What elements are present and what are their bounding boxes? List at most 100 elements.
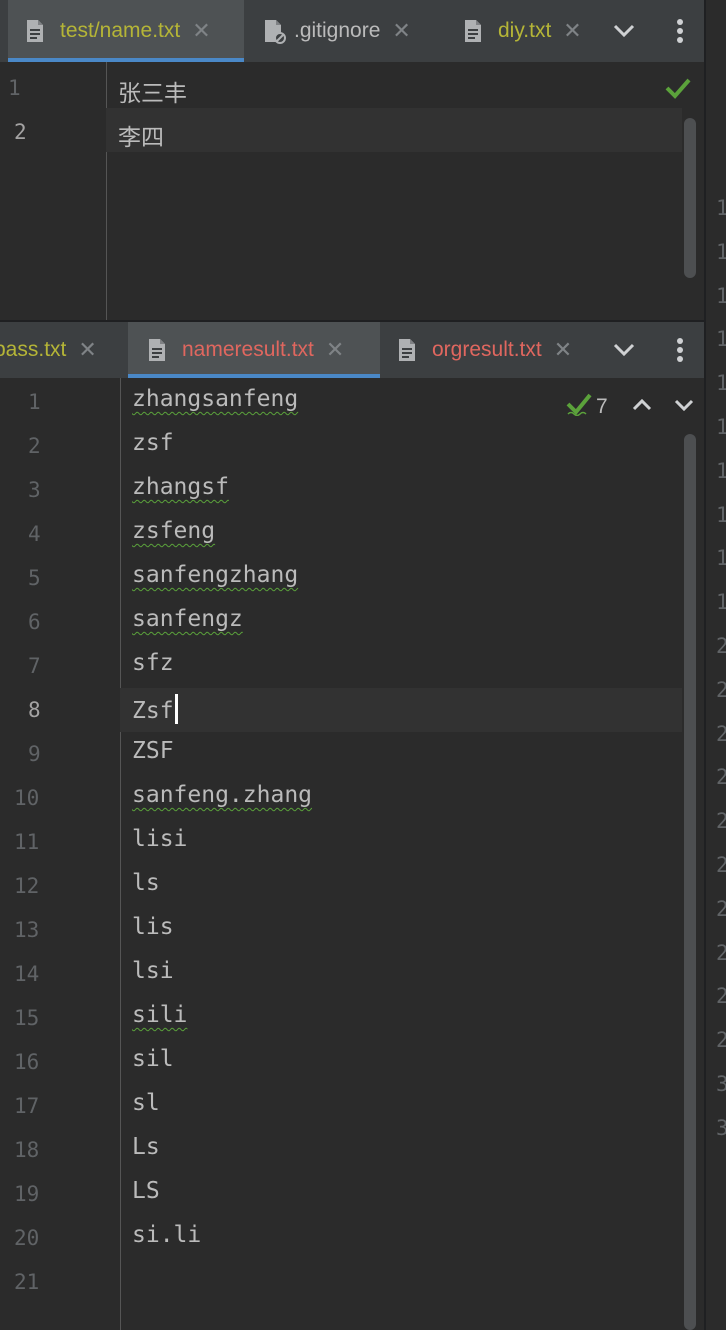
vertical-scrollbar[interactable] xyxy=(684,118,696,278)
text-file-icon xyxy=(398,338,416,362)
code-line[interactable]: sil xyxy=(132,1046,174,1072)
code-line[interactable]: LS xyxy=(132,1178,160,1204)
top-editor-pane: test/name.txt ✕ .gitignore ✕ diy.txt ✕ 1… xyxy=(0,0,704,322)
adjacent-line-number: 2 xyxy=(716,634,726,658)
line-number: 20 xyxy=(14,1226,40,1250)
adjacent-line-number: 3 xyxy=(716,1115,726,1140)
tab-label: .gitignore xyxy=(294,19,381,42)
line-number: 11 xyxy=(14,830,40,854)
tab-label: pass.txt xyxy=(0,338,67,361)
top-tab-bar: test/name.txt ✕ .gitignore ✕ diy.txt ✕ xyxy=(0,0,704,62)
more-options-icon[interactable] xyxy=(660,322,700,378)
line-number: 14 xyxy=(14,962,40,986)
code-line[interactable]: ZSF xyxy=(132,738,174,764)
close-icon[interactable]: ✕ xyxy=(563,18,581,44)
text-file-icon xyxy=(464,19,482,43)
tab-test-name-txt[interactable]: test/name.txt ✕ xyxy=(8,0,244,62)
chevron-down-icon[interactable] xyxy=(604,0,644,62)
code-text: sanfeng.zhang xyxy=(132,782,313,808)
more-options-icon[interactable] xyxy=(660,0,700,62)
code-line[interactable]: lsi xyxy=(132,958,174,984)
line-number: 3 xyxy=(28,478,41,502)
bottom-tab-bar: pass.txt ✕ nameresult.txt ✕ orgresult.tx… xyxy=(0,322,704,378)
code-text: lsi xyxy=(132,958,174,984)
code-text: Zsf xyxy=(132,698,174,724)
close-icon[interactable]: ✕ xyxy=(554,337,572,363)
code-text: sili xyxy=(132,1002,188,1028)
checkmark-icon xyxy=(566,392,592,421)
tab-pass-txt[interactable]: pass.txt ✕ xyxy=(0,322,128,378)
code-line[interactable]: si.li xyxy=(132,1222,201,1248)
line-number: 9 xyxy=(28,742,41,766)
line-number: 12 xyxy=(14,874,40,898)
adjacent-line-number: 2 xyxy=(716,896,726,921)
adjacent-line-number: 3 xyxy=(716,1072,726,1096)
close-icon[interactable]: ✕ xyxy=(192,18,210,44)
adjacent-line-number: 1 xyxy=(716,502,726,527)
line-number: 2 xyxy=(14,120,27,144)
code-line[interactable]: sfz xyxy=(132,650,174,676)
code-line[interactable]: lis xyxy=(132,914,174,940)
code-line[interactable]: zhangsf xyxy=(132,474,229,500)
code-line[interactable]: sanfeng.zhang xyxy=(132,782,312,808)
adjacent-line-number: 2 xyxy=(716,984,726,1009)
line-number: 4 xyxy=(28,522,41,546)
code-line[interactable]: zsfeng xyxy=(132,518,215,544)
code-line[interactable]: lisi xyxy=(132,826,187,852)
line-number: 19 xyxy=(14,1182,40,1206)
line-number: 15 xyxy=(14,1006,40,1030)
code-line[interactable]: sl xyxy=(132,1090,160,1116)
adjacent-line-number: 1 xyxy=(716,371,726,396)
code-text: zhangsf xyxy=(132,474,229,500)
gutter-separator xyxy=(120,378,121,1330)
code-text: lis xyxy=(132,914,174,940)
code-line[interactable]: sili xyxy=(132,1002,187,1028)
chevron-down-icon[interactable] xyxy=(674,398,694,416)
code-text: sfz xyxy=(132,650,174,676)
tab-orgresult-txt[interactable]: orgresult.txt ✕ xyxy=(380,322,606,378)
line-number: 1 xyxy=(8,76,21,100)
vertical-scrollbar[interactable] xyxy=(684,434,696,1330)
close-icon[interactable]: ✕ xyxy=(392,18,410,44)
adjacent-line-number: 2 xyxy=(716,853,726,877)
code-line[interactable]: sanfengz xyxy=(132,606,243,632)
line-number: 1 xyxy=(28,390,41,414)
current-line-highlight xyxy=(106,108,682,152)
code-line[interactable]: ls xyxy=(132,870,160,896)
adjacent-line-number: 2 xyxy=(716,1028,726,1053)
code-line[interactable]: 张三丰 xyxy=(118,74,187,108)
code-text: sil xyxy=(132,1046,174,1072)
adjacent-line-number: 1 xyxy=(716,283,726,308)
code-line[interactable]: Ls xyxy=(132,1134,160,1160)
line-number: 5 xyxy=(28,566,41,590)
code-line[interactable]: sanfengzhang xyxy=(132,562,298,588)
code-line[interactable]: zhangsanfeng xyxy=(132,386,298,412)
code-line[interactable]: 李四 xyxy=(118,118,164,152)
adjacent-line-number: 2 xyxy=(716,765,726,790)
code-line[interactable]: zsf xyxy=(132,430,174,456)
code-line[interactable]: Zsf xyxy=(132,694,178,724)
chevron-up-icon[interactable] xyxy=(632,398,652,416)
tab-label: diy.txt xyxy=(498,19,552,42)
tab-diy-txt[interactable]: diy.txt ✕ xyxy=(446,0,606,62)
line-number: 2 xyxy=(28,434,41,458)
adjacent-line-number: 1 xyxy=(716,327,726,352)
code-text: sanfengzhang xyxy=(132,562,299,588)
chevron-down-icon[interactable] xyxy=(604,322,644,378)
close-icon[interactable]: ✕ xyxy=(78,337,96,363)
inspection-widget[interactable]: 7 xyxy=(566,392,694,421)
code-text: lisi xyxy=(132,826,188,852)
code-text: sl xyxy=(132,1090,160,1116)
tab-nameresult-txt[interactable]: nameresult.txt ✕ xyxy=(128,322,380,378)
code-text: zsfeng xyxy=(132,518,216,544)
tab-gitignore[interactable]: .gitignore ✕ xyxy=(256,0,440,62)
bottom-editor-pane: pass.txt ✕ nameresult.txt ✕ orgresult.tx… xyxy=(0,322,704,1330)
adjacent-line-number: 2 xyxy=(716,721,726,746)
line-number: 13 xyxy=(14,918,40,942)
code-text: sanfengz xyxy=(132,606,243,632)
code-text: si.li xyxy=(132,1222,202,1248)
active-tab-underline xyxy=(128,374,380,378)
close-icon[interactable]: ✕ xyxy=(326,337,344,363)
adjacent-line-number: 2 xyxy=(716,677,726,702)
code-text: Ls xyxy=(132,1134,160,1160)
